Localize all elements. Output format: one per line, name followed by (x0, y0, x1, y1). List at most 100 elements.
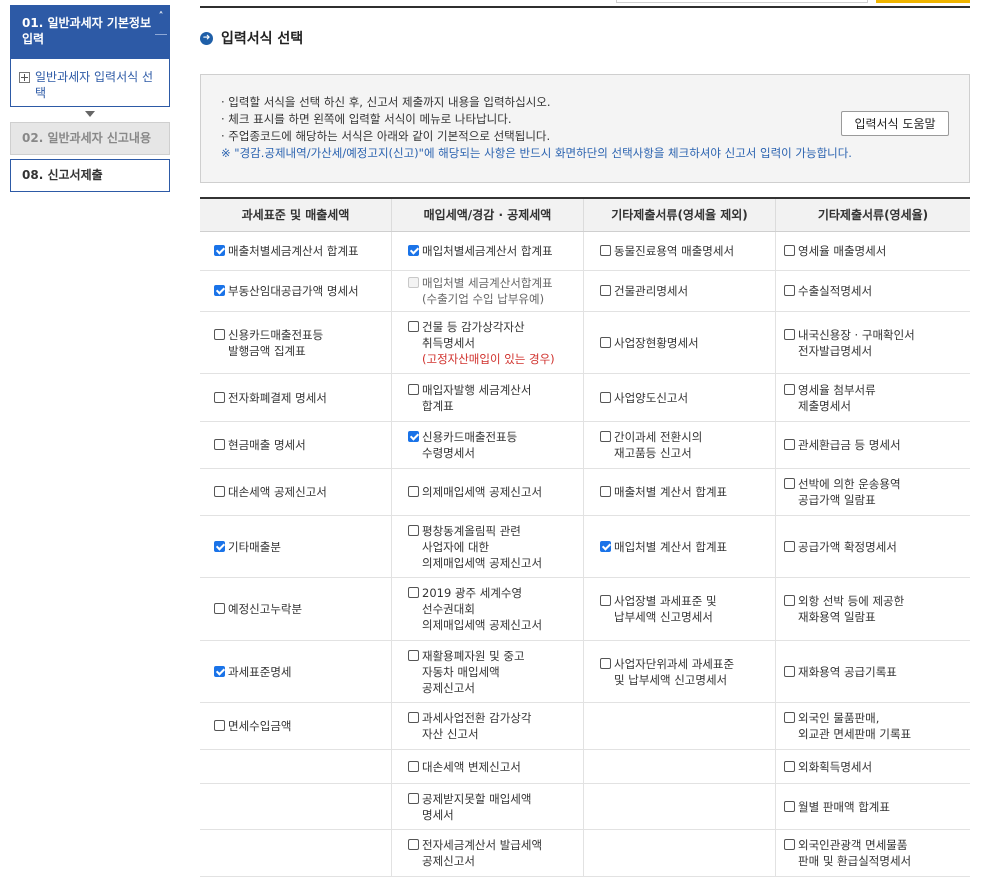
form-option[interactable]: 사업장현황명세서 (600, 335, 699, 351)
checkbox[interactable] (600, 431, 611, 442)
form-option-line: 매입자발행 세금계산서 (422, 382, 532, 397)
form-option[interactable]: 동물진료용역 매출명세서 (600, 243, 734, 259)
form-option[interactable]: 대손세액 공제신고서 (214, 484, 327, 500)
checkbox[interactable] (214, 603, 225, 614)
form-option[interactable]: 사업자단위과세 과세표준 및 납부세액 신고명세서 (600, 656, 734, 688)
checkbox[interactable] (784, 760, 795, 772)
form-option[interactable]: 예정신고누락분 (214, 601, 302, 617)
step-8[interactable]: 08. 신고서제출 (10, 159, 170, 192)
form-option[interactable]: 면세수입금액 (214, 718, 291, 734)
checkbox[interactable] (408, 792, 419, 804)
checkbox[interactable] (784, 800, 795, 812)
form-option[interactable]: 평창동계올림픽 관련 사업자에 대한 의제매입세액 공제신고서 (408, 523, 542, 571)
checkbox[interactable] (214, 328, 225, 340)
checkbox-checked[interactable] (408, 245, 419, 256)
form-option[interactable]: 신용카드매출전표등 수령명세서 (408, 429, 517, 461)
checkbox[interactable] (784, 665, 795, 677)
checkbox-checked[interactable] (214, 285, 225, 296)
form-option[interactable]: 사업장별 과세표준 및 납부세액 신고명세서 (600, 593, 717, 625)
form-option[interactable]: 과세표준명세 (214, 664, 291, 680)
checkbox[interactable] (214, 391, 225, 403)
form-help-button[interactable]: 입력서식 도움말 (841, 111, 949, 136)
form-option[interactable]: 영세율 첨부서류 제출명세서 (784, 382, 876, 414)
checkbox[interactable] (784, 712, 795, 723)
form-option[interactable]: 2019 광주 세계수영 선수권대회 의제매입세액 공제신고서 (408, 585, 542, 633)
form-option[interactable]: 수출실적명세서 (784, 283, 872, 299)
checkbox-checked[interactable] (214, 665, 225, 677)
checkbox[interactable] (214, 720, 225, 731)
checkbox-checked[interactable] (214, 245, 225, 256)
form-option[interactable]: 신용카드매출전표등 발행금액 집계표 (214, 327, 323, 359)
table-cell: 외국인 물품판매, 외교관 면세판매 기록표 (776, 703, 970, 749)
form-option-line: 전자세금계산서 발급세액 (422, 838, 543, 852)
checkbox[interactable] (784, 478, 795, 489)
checkbox[interactable] (408, 760, 419, 772)
checkbox[interactable] (408, 486, 419, 497)
checkbox[interactable] (600, 595, 611, 606)
step-2[interactable]: 02. 일반과세자 신고내용 (10, 122, 170, 155)
form-option[interactable]: 현금매출 명세서 (214, 437, 306, 453)
checkbox[interactable] (408, 320, 419, 332)
form-option[interactable]: 관세환급금 등 명세서 (784, 437, 901, 453)
form-option[interactable]: 외화획득명세서 (784, 759, 872, 775)
table-cell: 현금매출 명세서 (200, 422, 392, 468)
checkbox-checked[interactable] (408, 431, 419, 442)
checkbox[interactable] (600, 245, 611, 256)
form-option[interactable]: 외항 선박 등에 제공한 재화용역 일람표 (784, 593, 904, 625)
form-option[interactable]: 재활용폐자원 및 중고 자동차 매입세액 공제신고서 (408, 648, 525, 696)
checkbox[interactable] (784, 839, 795, 850)
checkbox[interactable] (600, 391, 611, 403)
checkbox[interactable] (214, 486, 225, 497)
checkbox[interactable] (408, 587, 419, 598)
checkbox[interactable] (408, 383, 419, 395)
form-option[interactable]: 매입처별 계산서 합계표 (600, 539, 727, 555)
checkbox-checked[interactable] (214, 540, 225, 552)
checkbox-checked[interactable] (600, 540, 611, 552)
form-option[interactable]: 간이과세 전환시의 재고품등 신고서 (600, 429, 702, 461)
form-option[interactable]: 내국신용장 · 구매확인서 전자발급명세서 (784, 327, 915, 359)
checkbox[interactable] (600, 285, 611, 296)
sidebar-item-input-form-select[interactable]: 일반과세자 입력서식 선택 (19, 69, 161, 101)
checkbox[interactable] (408, 649, 419, 661)
form-option[interactable]: 선박에 의한 운송용역 공급가액 일람표 (784, 476, 901, 508)
checkbox[interactable] (600, 336, 611, 348)
form-option[interactable]: 매입자발행 세금계산서 합계표 (408, 382, 531, 414)
form-option[interactable]: 매입처별세금계산서 합계표 (408, 243, 553, 259)
checkbox[interactable] (784, 285, 795, 296)
form-option[interactable]: 의제매입세액 공제신고서 (408, 484, 542, 500)
form-option[interactable]: 외국인관광객 면세물품 판매 및 환급실적명세서 (784, 837, 911, 869)
form-option[interactable]: 매출처별 계산서 합계표 (600, 484, 727, 500)
form-option[interactable]: 영세율 매출명세서 (784, 243, 886, 259)
checkbox[interactable] (408, 712, 419, 723)
form-option[interactable]: 외국인 물품판매, 외교관 면세판매 기록표 (784, 710, 911, 742)
checkbox[interactable] (600, 657, 611, 669)
checkbox[interactable] (214, 439, 225, 450)
checkbox[interactable] (784, 328, 795, 340)
chevron-up-icon[interactable]: ˄ (155, 10, 167, 54)
form-option[interactable]: 재화용역 공급기록표 (784, 664, 897, 680)
form-option[interactable]: 전자화폐결제 명세서 (214, 390, 327, 406)
form-option[interactable]: 건물 등 감가상각자산 취득명세서 (고정자산매입이 있는 경우) (408, 319, 555, 367)
checkbox[interactable] (408, 524, 419, 536)
checkbox[interactable] (408, 839, 419, 850)
checkbox[interactable] (784, 383, 795, 395)
checkbox[interactable] (784, 595, 795, 606)
form-option[interactable]: 월별 판매액 합계표 (784, 799, 890, 815)
form-option[interactable]: 전자세금계산서 발급세액 공제신고서 (408, 837, 542, 869)
form-option[interactable]: 매출처별세금계산서 합계표 (214, 243, 359, 259)
checkbox[interactable] (600, 486, 611, 497)
form-option[interactable]: 공제받지못할 매입세액 명세서 (408, 791, 531, 823)
form-option[interactable]: 공급가액 확정명세서 (784, 539, 897, 555)
form-option-line: 매입처별세금계산서 합계표 (422, 244, 553, 258)
form-option[interactable]: 대손세액 변제신고서 (408, 759, 521, 775)
form-option[interactable]: 사업양도신고서 (600, 390, 688, 406)
form-option[interactable]: 과세사업전환 감가상각 자산 신고서 (408, 710, 531, 742)
checkbox[interactable] (784, 540, 795, 552)
form-option[interactable]: 부동산임대공급가액 명세서 (214, 283, 359, 299)
info-box: · 입력할 서식을 선택 하신 후, 신고서 제출까지 내용을 입력하십시오. … (200, 74, 970, 183)
checkbox[interactable] (784, 245, 795, 256)
form-option[interactable]: 기타매출분 (214, 539, 281, 555)
form-option[interactable]: 건물관리명세서 (600, 283, 688, 299)
step-1-header[interactable]: 01. 일반과세자 기본정보입력 ˄ (10, 5, 170, 59)
checkbox[interactable] (784, 439, 795, 450)
